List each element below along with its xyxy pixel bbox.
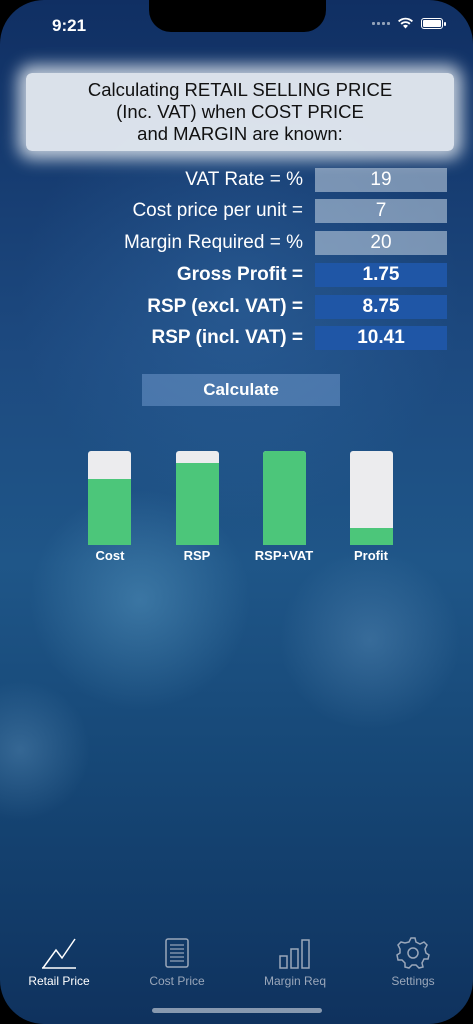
rsp-vat-bar-fill (263, 451, 306, 545)
battery-icon (421, 17, 446, 29)
rsp-bar-label: RSP (183, 548, 211, 563)
calculate-button[interactable]: Calculate (142, 374, 340, 406)
wifi-icon (398, 17, 413, 29)
rsp-excl-row: RSP (excl. VAT) = 8.75 (0, 295, 473, 319)
gross-profit-row: Gross Profit = 1.75 (0, 263, 473, 287)
tab-retail-price[interactable]: Retail Price (0, 930, 118, 988)
tab-margin-req[interactable]: Margin Req (236, 930, 354, 988)
cost-input[interactable]: 7 (315, 199, 447, 223)
gross-profit-value: 1.75 (315, 263, 447, 287)
line-chart-icon (42, 938, 76, 969)
tab-settings-label: Settings (391, 974, 435, 988)
vat-row: VAT Rate = % 19 (0, 168, 473, 192)
gross-profit-label: Gross Profit = (176, 264, 303, 285)
vat-label: VAT Rate = % (185, 169, 303, 190)
rsp-vat-bar (263, 451, 306, 545)
rsp-incl-label: RSP (incl. VAT) = (151, 327, 304, 348)
cost-label: Cost price per unit = (132, 200, 303, 221)
tab-settings[interactable]: Settings (354, 930, 472, 988)
header-text: Calculating RETAIL SELLING PRICE (Inc. V… (87, 79, 393, 144)
status-time: 9:21 (52, 16, 87, 35)
rsp-excl-label: RSP (excl. VAT) = (147, 296, 303, 317)
gear-icon (396, 937, 430, 969)
profit-bar-fill (350, 528, 393, 545)
rsp-incl-row: RSP (incl. VAT) = 10.41 (0, 326, 473, 350)
margin-input[interactable]: 20 (315, 231, 447, 255)
tab-cost-price-label: Cost Price (149, 974, 205, 988)
rsp-bar-fill (176, 463, 219, 545)
tab-cost-price[interactable]: Cost Price (118, 930, 236, 988)
profit-bar-label: Profit (354, 548, 388, 563)
header-banner: Calculating RETAIL SELLING PRICE (Inc. V… (26, 73, 454, 151)
app-screen: 9:21 Calculating RETAIL SELLING PRICE (I… (0, 0, 473, 1024)
profit-bar (350, 451, 393, 545)
rsp-excl-value: 8.75 (315, 295, 447, 319)
rsp-bar (176, 451, 219, 545)
cost-row: Cost price per unit = 7 (0, 199, 473, 223)
tab-bar: Retail Price Cost Price Margin Req Setti… (0, 930, 473, 990)
rsp-incl-value: 10.41 (315, 326, 447, 350)
cellular-signal-icon (372, 21, 390, 25)
vat-input[interactable]: 19 (315, 168, 447, 192)
rsp-vat-bar-label: RSP+VAT (254, 548, 314, 563)
cost-bar (88, 451, 131, 545)
cost-bar-fill (88, 479, 131, 545)
status-icons (372, 17, 446, 29)
receipt-icon (165, 938, 189, 968)
home-indicator (152, 1008, 322, 1013)
cost-bar-label: Cost (95, 548, 125, 563)
bar-chart-icon (279, 939, 310, 969)
device-notch (149, 0, 326, 32)
tab-margin-req-label: Margin Req (263, 974, 327, 988)
margin-label: Margin Required = % (123, 232, 303, 253)
margin-row: Margin Required = % 20 (0, 231, 473, 255)
tab-retail-price-label: Retail Price (28, 974, 90, 988)
